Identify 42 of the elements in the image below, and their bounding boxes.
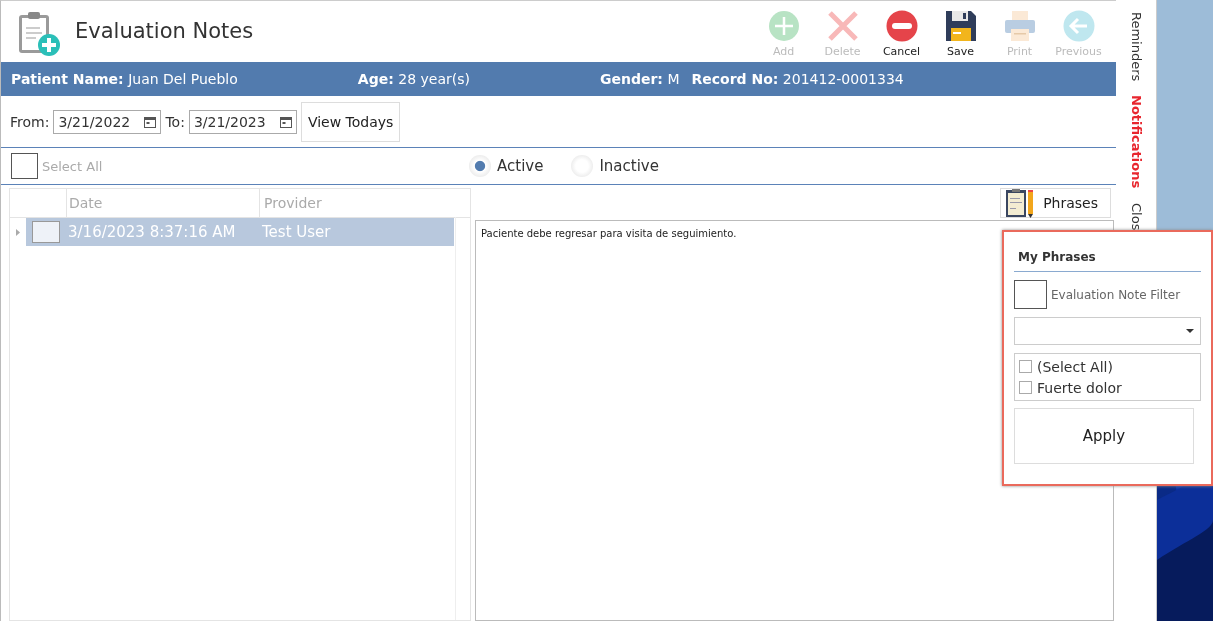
minus-icon	[885, 9, 918, 42]
dropdown[interactable]	[1014, 317, 1201, 345]
close-icon	[826, 9, 859, 42]
radio-button[interactable]	[469, 155, 491, 177]
note-text: Paciente debe regresar para visita de seguimiento.	[481, 228, 737, 239]
select-all-label: Select All	[42, 158, 103, 174]
patient-field: Age: 28 year(s)	[357, 71, 470, 87]
calendar-icon	[144, 115, 157, 128]
date-field[interactable]: 3/21/2023	[188, 109, 297, 134]
popup-title: My Phrases	[1014, 232, 1201, 272]
calendar-icon	[279, 115, 292, 128]
clipboard-pencil-icon	[1005, 188, 1036, 218]
checkbox[interactable]	[1014, 280, 1047, 309]
side-tab[interactable]: Notifications	[1128, 95, 1144, 189]
checkbox[interactable]	[1019, 360, 1032, 373]
table-cell-text: Test User	[261, 223, 332, 241]
toolbar-button[interactable]: Cancel	[872, 4, 932, 58]
phrase-label: (Select All)	[1037, 358, 1113, 375]
patient-field: Gender: M	[599, 71, 680, 87]
patient-field: Record No: 201412-0001334	[691, 71, 904, 87]
toolbar-button[interactable]: Save	[931, 4, 991, 58]
phrases-button[interactable]: Phrases	[1000, 188, 1112, 218]
clipboard-add-icon	[17, 11, 61, 57]
checkbox[interactable]	[1019, 381, 1032, 394]
from-label: From:	[10, 113, 50, 130]
to-label: To:	[165, 113, 185, 130]
caret-icon	[1186, 329, 1194, 333]
radio-label: Active	[497, 157, 544, 175]
row-indicator-icon	[16, 228, 20, 236]
plus-icon	[767, 9, 800, 42]
patient-field: Patient Name: Juan Del Pueblo	[11, 71, 238, 87]
view-todays-button[interactable]: View Todays	[300, 101, 401, 142]
apply-button[interactable]: Apply	[1014, 408, 1194, 464]
side-tab[interactable]: Clos	[1128, 202, 1144, 230]
table-cell-text: 3/16/2023 8:37:16 AM	[67, 223, 237, 241]
side-tab[interactable]: Reminders	[1128, 12, 1144, 82]
radio-label: Inactive	[599, 157, 659, 175]
printer-icon	[1003, 9, 1036, 42]
window-title: Evaluation Notes	[75, 19, 254, 43]
checkbox[interactable]	[11, 153, 38, 179]
checkbox[interactable]	[32, 221, 60, 243]
date-field[interactable]: 3/21/2022	[53, 109, 162, 134]
